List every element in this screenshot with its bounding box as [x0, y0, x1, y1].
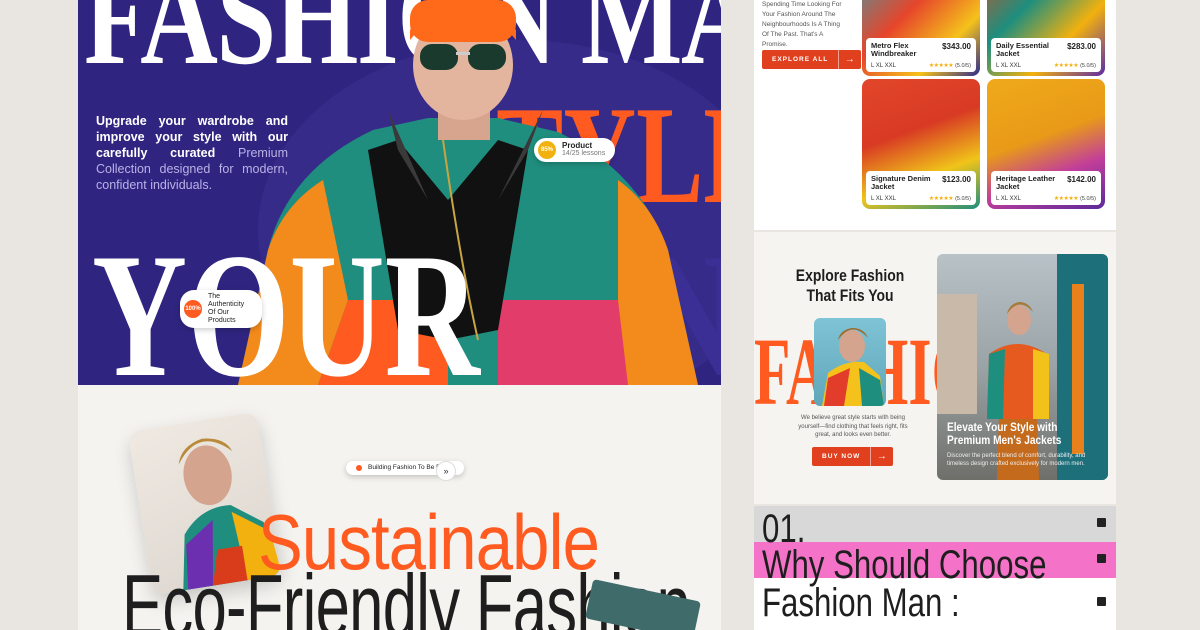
feature-photo-card[interactable]: Elevate Your Style with Premium Men's Ja…: [937, 254, 1108, 480]
star-rating-icon: ★★★★★: [928, 63, 954, 69]
explore-all-label: EXPLORE ALL: [772, 56, 829, 63]
explore-heading: Explore Fashion That Fits You: [795, 266, 905, 305]
product-card[interactable]: Metro Flex Windbreaker $343.00 L XL XXL …: [862, 0, 980, 76]
star-rating-icon: ★★★★★: [928, 196, 954, 202]
hero-description: Upgrade your wardrobe and improve your s…: [96, 113, 288, 193]
square-bullet-icon[interactable]: [1097, 518, 1106, 527]
badge-title: Product: [562, 141, 593, 150]
buy-now-button[interactable]: BUY NOW →: [812, 447, 894, 466]
explore-mini-photo: [814, 318, 886, 406]
arrow-right-icon: →: [870, 447, 893, 466]
product-name: Signature Denim Jacket: [871, 174, 931, 191]
product-sizes: L XL XXL: [996, 195, 1021, 202]
product-card[interactable]: Heritage Leather Jacket $142.00 L XL XXL…: [987, 79, 1105, 209]
shop-intro: Spending Time Looking For Your Fashion A…: [762, 1, 842, 48]
why-brand: Fashion Man :: [762, 581, 960, 625]
hero-banner: FASHION MAN STYLE ON YOUR Upgrade your w…: [78, 0, 721, 385]
feature-title: Elevate Your Style with Premium Men's Ja…: [947, 422, 1062, 447]
product-rating: (5.0/5): [955, 63, 971, 69]
progress-percent: 85%: [538, 141, 556, 159]
chevrons-right-icon[interactable]: »: [436, 461, 456, 481]
product-rating: (5.0/5): [1080, 63, 1096, 69]
square-bullet-icon[interactable]: [1097, 554, 1106, 563]
product-price: $142.00: [1067, 175, 1096, 184]
star-rating-icon: ★★★★★: [1053, 63, 1079, 69]
product-name: Metro Flex Windbreaker: [871, 41, 917, 58]
product-name: Heritage Leather Jacket: [996, 174, 1056, 191]
product-rating: (5.0/5): [1080, 196, 1096, 202]
buy-now-label: BUY NOW: [822, 453, 861, 460]
product-price: $123.00: [942, 175, 971, 184]
hero-word-your: YOUR: [92, 216, 480, 385]
arrow-right-icon: →: [838, 50, 861, 69]
badge-sub: 14/25 lessons: [562, 150, 606, 157]
authenticity-percent: 100%: [184, 300, 202, 318]
sustainable-section: Building Fashion To Be Better » Sustaina…: [78, 385, 721, 630]
why-heading: Why Should Choose: [762, 543, 1047, 587]
product-progress-badge[interactable]: 85% Product 14/25 lessons: [534, 138, 616, 162]
product-price: $283.00: [1067, 42, 1096, 51]
feature-overlay: Elevate Your Style with Premium Men's Ja…: [947, 422, 1097, 468]
product-grid-section: Spending Time Looking For Your Fashion A…: [754, 0, 1116, 230]
explore-section: Explore Fashion That Fits You FASHION We…: [754, 232, 1116, 504]
tag-dot: [356, 465, 362, 471]
product-sizes: L XL XXL: [871, 195, 896, 202]
product-card[interactable]: Signature Denim Jacket $123.00 L XL XXL …: [862, 79, 980, 209]
star-rating-icon: ★★★★★: [1053, 196, 1079, 202]
product-sizes: L XL XXL: [996, 62, 1021, 69]
authenticity-badge[interactable]: 100% The Authenticity Of Our Products: [180, 290, 262, 328]
feature-description: Discover the perfect blend of comfort, d…: [947, 453, 1086, 467]
product-price: $343.00: [942, 42, 971, 51]
product-info: Signature Denim Jacket $123.00 L XL XXL …: [866, 171, 976, 205]
product-card[interactable]: Daily Essential Jacket $283.00 L XL XXL …: [987, 0, 1105, 76]
product-info: Daily Essential Jacket $283.00 L XL XXL …: [991, 38, 1101, 72]
explore-description: We believe great style starts with being…: [798, 415, 908, 438]
product-rating: (5.0/5): [955, 196, 971, 202]
square-bullet-icon[interactable]: [1097, 597, 1106, 606]
product-info: Metro Flex Windbreaker $343.00 L XL XXL …: [866, 38, 976, 72]
authenticity-text: The Authenticity Of Our Products: [208, 293, 245, 324]
product-sizes: L XL XXL: [871, 62, 896, 69]
why-choose-section: 01. Why Should Choose Fashion Man :: [754, 506, 1116, 630]
product-name: Daily Essential Jacket: [996, 41, 1049, 58]
explore-all-button[interactable]: EXPLORE ALL →: [762, 50, 862, 69]
product-info: Heritage Leather Jacket $142.00 L XL XXL…: [991, 171, 1101, 205]
